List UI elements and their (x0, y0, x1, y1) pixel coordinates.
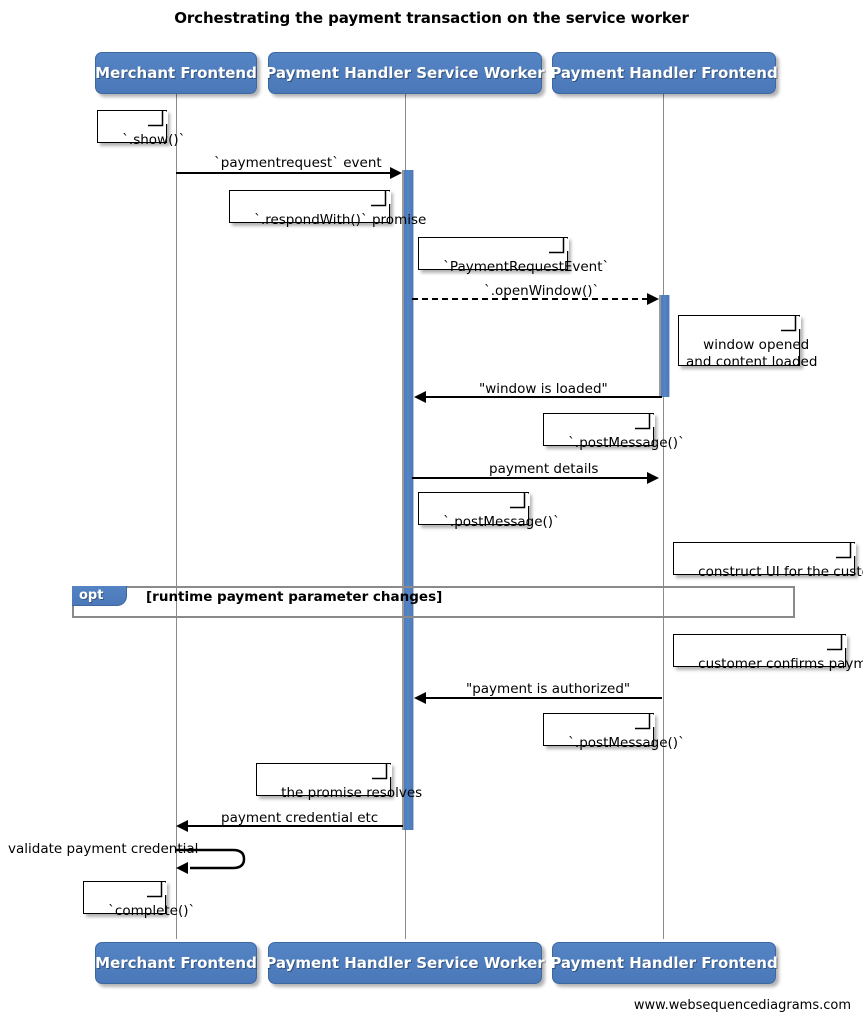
message-arrowhead-paymentrequest-event (390, 167, 402, 179)
note-text: `.respondWith()` promise (254, 212, 427, 228)
participant-label: Merchant Frontend (95, 64, 257, 82)
message-arrowhead-payment-credential-etc (176, 820, 188, 832)
note-fold-icon (786, 314, 801, 329)
note-text: the promise resolves (281, 785, 423, 801)
opt-fragment-condition: [runtime payment parameter changes] (146, 589, 443, 605)
note-fold-icon (640, 712, 655, 727)
participant-box-merchant-frontend-bottom[interactable]: Merchant Frontend (95, 942, 257, 984)
message-line-payment-credential-etc (188, 825, 403, 827)
note-postmessage-3: `.postMessage()` (543, 712, 685, 751)
note-text: `.show()` (122, 132, 186, 148)
note-fold-icon (152, 880, 167, 895)
participant-box-payment-handler-frontend-bottom[interactable]: Payment Handler Frontend (550, 942, 778, 984)
note-fold-icon (515, 491, 530, 506)
message-arrowhead-validate-payment-credential (176, 862, 188, 874)
note-respondwith-promise: `.respondWith()` promise (229, 189, 426, 228)
message-arrowhead-window-is-loaded (414, 391, 426, 403)
message-label-window-is-loaded: "window is loaded" (479, 381, 608, 397)
lifeline-merchant-frontend (176, 94, 177, 939)
note-postmessage-2: `.postMessage()` (418, 491, 560, 530)
message-label-payment-details: payment details (489, 461, 599, 477)
participant-label: Payment Handler Frontend (550, 64, 778, 82)
note-fold-icon (640, 412, 655, 427)
opt-fragment-operator-tab[interactable]: opt (72, 586, 127, 606)
note-text: `.postMessage()` (568, 735, 685, 751)
note-fold-icon (376, 189, 391, 204)
note-text: construct UI for the customer (698, 564, 863, 580)
note-postmessage-1: `.postMessage()` (543, 412, 685, 451)
note-customer-confirms: customer confirms payment (673, 633, 863, 672)
participant-box-payment-handler-frontend-top[interactable]: Payment Handler Frontend (550, 52, 778, 94)
message-line-open-window (412, 298, 648, 300)
note-fold-icon (153, 109, 168, 124)
message-label-open-window: `.openWindow()` (484, 283, 600, 299)
note-text: customer confirms payment (698, 656, 863, 672)
note-text: `.postMessage()` (568, 435, 685, 451)
note-fold-icon (841, 541, 856, 556)
participant-label: Payment Handler Service Worker (265, 64, 545, 82)
message-label-payment-is-authorized: "payment is authorized" (466, 681, 631, 697)
note-fold-icon (554, 236, 569, 251)
message-line-paymentrequest-event (176, 172, 391, 174)
activation-bar-service-worker (402, 170, 414, 830)
message-line-window-is-loaded (426, 396, 662, 398)
footer-credit: www.websequencediagrams.com (633, 998, 851, 1013)
participant-box-payment-handler-service-worker-top[interactable]: Payment Handler Service Worker (265, 52, 545, 94)
sequence-diagram-canvas: Orchestrating the payment transaction on… (0, 0, 863, 1019)
lifeline-payment-handler-frontend (663, 94, 664, 939)
opt-fragment-operator-label: opt (79, 588, 104, 603)
message-label-paymentrequest-event: `paymentrequest` event (214, 155, 382, 171)
note-paymentrequestevent: `PaymentRequestEvent` (418, 236, 609, 275)
participant-box-payment-handler-service-worker-bottom[interactable]: Payment Handler Service Worker (265, 942, 545, 984)
participant-label: Payment Handler Frontend (550, 954, 778, 972)
participant-label: Payment Handler Service Worker (265, 954, 545, 972)
note-text: `.postMessage()` (443, 514, 560, 530)
note-fold-icon (377, 762, 392, 777)
participant-label: Merchant Frontend (95, 954, 257, 972)
note-construct-ui: construct UI for the customer (673, 541, 863, 580)
note-text: `complete()` (108, 903, 196, 919)
message-line-payment-details (412, 477, 648, 479)
message-arrowhead-payment-is-authorized (414, 692, 426, 704)
note-show: `.show()` (97, 109, 185, 148)
note-fold-icon (832, 633, 847, 648)
note-text: window opened and content loaded (686, 337, 818, 370)
note-promise-resolves: the promise resolves (256, 762, 422, 801)
message-label-validate-payment-credential: validate payment credential (8, 841, 199, 857)
note-text: `PaymentRequestEvent` (443, 259, 610, 275)
note-window-opened: window opened and content loaded (678, 314, 817, 370)
participant-box-merchant-frontend-top[interactable]: Merchant Frontend (95, 52, 257, 94)
activation-bar-payment-handler-frontend (659, 295, 670, 397)
note-complete: `complete()` (83, 880, 195, 919)
page-title: Orchestrating the payment transaction on… (174, 9, 689, 27)
message-arrowhead-payment-details (647, 472, 659, 484)
message-label-payment-credential-etc: payment credential etc (221, 810, 379, 826)
message-arrowhead-open-window (647, 293, 659, 305)
message-line-payment-is-authorized (426, 697, 662, 699)
